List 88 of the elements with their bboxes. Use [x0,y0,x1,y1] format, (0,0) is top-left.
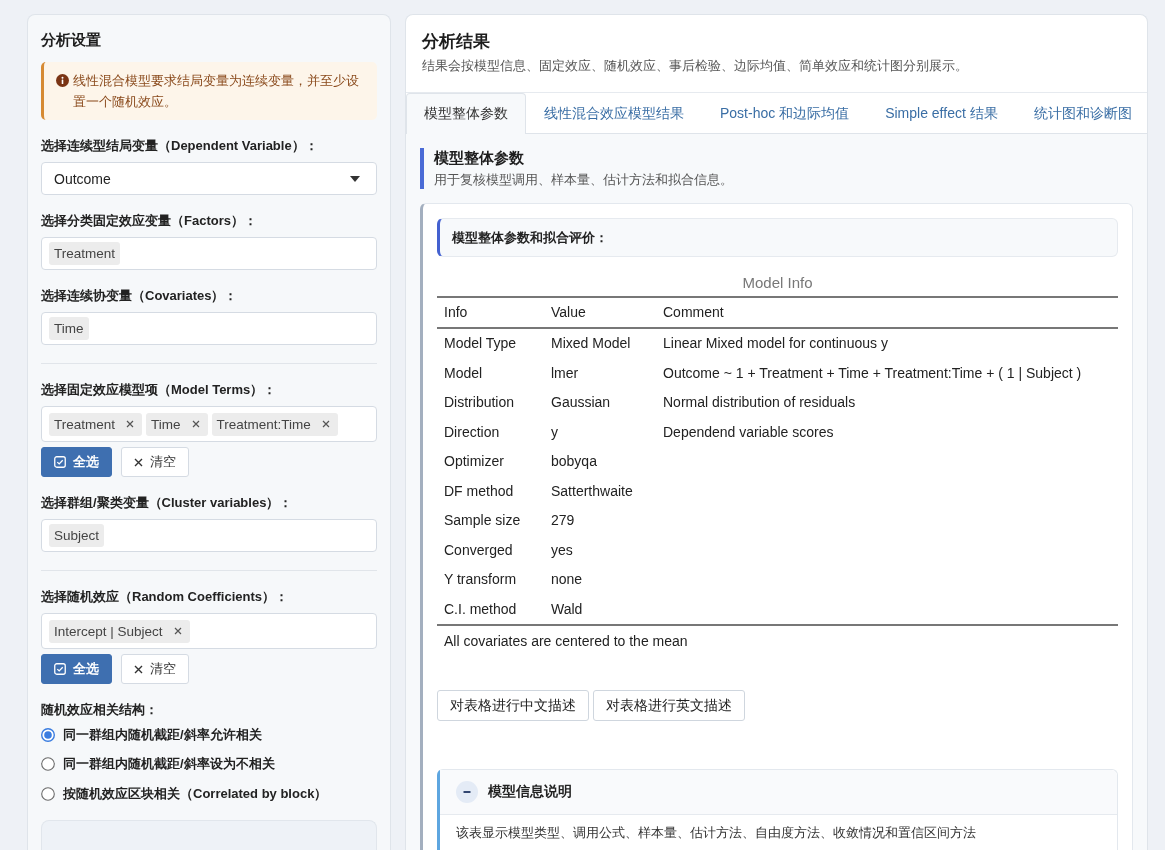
table-cell-text: Gaussian [550,393,612,413]
select-all-button[interactable]: 全选 [41,447,112,477]
panel-subtitle: 结果会按模型信息、固定效应、随机效应、事后检验、边际均值、简单效应和统计图分别展示。 [422,58,969,75]
radio-label: 按随机效应区块相关（Correlated by block） [63,784,328,803]
table-cell-text: Y transform [443,570,518,590]
table-caption: Model Info [741,273,814,293]
multi-select-field[interactable]: Treatment [41,237,377,270]
table-cell-text: Sample size [443,511,522,531]
selected-chip: Treatment:Time [211,412,338,436]
describe-button[interactable]: 对表格进行英文描述 [593,690,745,722]
table-cell-text: Dependend variable scores [662,422,835,442]
field-label: 选择分类固定效应变量（Factors）： [41,212,258,230]
selected-chip: Subject [49,524,105,547]
table-cell-text: DF method [443,481,515,501]
dropdown-field[interactable]: Outcome [41,162,377,195]
tab[interactable]: 模型整体参数 [406,93,526,134]
field-label: 选择连续型结局变量（Dependent Variable）： [41,137,319,155]
radio-label: 同一群组内随机截距/斜率允许相关 [63,725,262,744]
explanation-text: 该表显示模型类型、调用公式、样本量、估计方法、自由度方法、收敛情况和置信区间方法 [455,824,977,843]
field-label: 选择随机效应（Random Coefficients）： [41,588,289,606]
radio-button[interactable] [41,757,55,772]
info-icon [56,74,69,87]
tab[interactable]: Simple effect 结果 [867,93,1016,134]
minus-icon[interactable] [456,781,478,804]
table-cell-text: Optimizer [443,452,505,472]
table-footnote: All covariates are centered to the mean [437,625,1118,657]
table-cell: Mixed Model [544,328,656,359]
table-cell-text: yes [550,540,574,560]
multi-select-field[interactable]: Subject [41,519,377,552]
panel-title: 分析结果 [422,31,491,53]
selected-chip: Time [146,412,208,436]
select-all-button[interactable]: 全选 [41,654,112,684]
collapsible-title: 模型信息说明 [488,783,572,802]
remove-icon[interactable] [321,420,330,428]
section-title: 模型整体参数 [434,148,525,168]
clear-button[interactable]: 清空 [121,654,189,684]
selected-chip: Treatment [49,242,121,265]
remove-icon[interactable] [191,420,200,428]
column-header: Value [544,297,656,328]
table-cell-text: none [550,570,584,590]
field-label: 随机效应相关结构： [41,701,159,719]
remove-icon[interactable] [126,420,135,428]
clear-button[interactable]: 清空 [121,447,189,477]
table-cell-text: Distribution [443,393,516,413]
field-label: 选择群组/聚类变量（Cluster variables）： [41,494,294,512]
radio-button[interactable] [41,786,55,801]
describe-button[interactable]: 对表格进行中文描述 [437,690,589,722]
radio-label: 同一群组内随机截距/斜率设为不相关 [63,755,275,774]
caret-icon [350,175,360,182]
table-cell-text: Outcome ~ 1 + Treatment + Time + Treatment:Time + ( 1 | Subject ) [662,363,1083,383]
multi-select-field[interactable]: Time [41,312,377,345]
close-icon [134,457,143,467]
table-cell: Linear Mixed model for continuous y [656,328,1118,359]
table-cell: Model Type [437,328,544,359]
table-cell-text: lmer [550,363,580,383]
card-heading: 模型整体参数和拟合评价： [437,218,1118,257]
selected-chip: Treatment [49,412,143,436]
collapsible-header[interactable]: 模型信息说明 [440,770,1117,816]
tab[interactable]: Post-hoc 和边际均值 [702,93,868,134]
table-cell-text: Converged [443,540,514,560]
field-label: 选择固定效应模型项（Model Terms）： [41,381,278,399]
dropdown-value: Outcome [54,170,111,187]
multi-select-field[interactable]: Treatment Time Treatment:Time [41,406,377,442]
field-label: 选择连续协变量（Covariates）： [41,287,239,305]
table-cell: Wald [544,594,656,625]
checkbox-icon [54,456,66,468]
checkbox-icon [54,663,66,675]
multi-select-field[interactable]: Intercept | Subject [41,613,377,649]
tab[interactable]: 线性混合效应模型结果 [526,93,702,134]
remove-icon[interactable] [173,627,182,635]
table-cell-text: y [550,422,559,442]
selected-chip: Intercept | Subject [49,619,190,643]
column-header: Info [437,297,544,328]
table-cell-text: 279 [550,511,576,531]
section-subtitle: 用于复核模型调用、样本量、估计方法和拟合信息。 [434,172,734,189]
table-cell-text: Normal distribution of residuals [662,393,857,413]
table-cell: C.I. method [437,594,544,625]
table-cell-text: Model [443,363,484,383]
radio-button[interactable] [41,727,55,742]
table-cell-text: bobyqa [550,452,598,472]
selected-chip: Time [49,317,89,340]
tab[interactable]: 统计图和诊断图 [1015,93,1147,134]
table-cell-text: Direction [443,422,501,442]
close-icon [134,664,143,674]
alert-text: 线性混合模型要求结局变量为连续变量，并至少设置一个随机效应。 [73,72,360,111]
panel-title: 分析设置 [41,30,102,50]
table-cell-text: Satterthwaite [550,481,634,501]
column-header: Comment [656,297,1118,328]
